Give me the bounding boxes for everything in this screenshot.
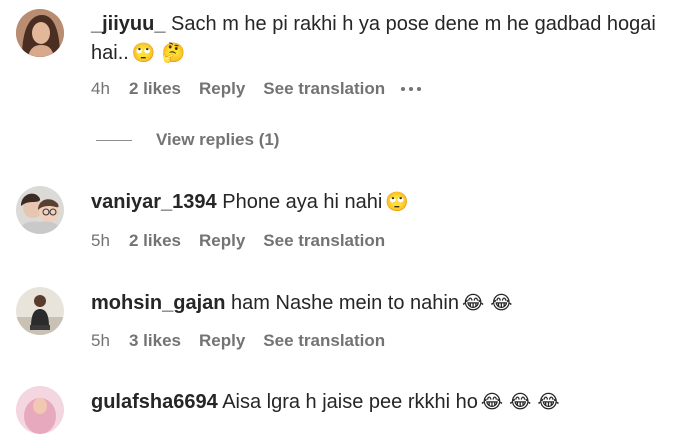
comment-text: vaniyar_1394 Phone aya hi nahi 🙄: [91, 188, 671, 217]
see-translation-button[interactable]: See translation: [263, 79, 385, 99]
reply-button[interactable]: Reply: [199, 331, 245, 351]
comment-username[interactable]: _jiiyuu_: [91, 13, 165, 35]
comment-emoji: 😂 😂 😂: [480, 391, 560, 413]
comment-emoji: 🙄: [385, 191, 410, 213]
view-replies-label: View replies (1): [156, 130, 280, 149]
avatar[interactable]: [16, 9, 64, 57]
pink-avatar-icon: [16, 386, 64, 434]
man-sitting-avatar-icon: [16, 287, 64, 335]
comment-text: gulafsha6694 Aisa lgra h jaise pee rkkhi…: [91, 388, 671, 417]
reply-button[interactable]: Reply: [199, 79, 245, 99]
comment-time: 5h: [91, 331, 110, 350]
comment-time: 4h: [91, 79, 110, 98]
woman-portrait-avatar-icon: [16, 9, 64, 57]
avatar[interactable]: [16, 386, 64, 434]
see-translation-button[interactable]: See translation: [263, 231, 385, 251]
avatar[interactable]: [16, 186, 64, 234]
comment-item: _jiiyuu_ Sach m he pi rakhi h ya pose de…: [0, 0, 679, 130]
comment-meta: 4h 2 likes Reply See translation: [91, 79, 422, 99]
comment-username[interactable]: vaniyar_1394: [91, 191, 217, 213]
view-replies-button[interactable]: View replies (1): [96, 130, 279, 150]
comment-meta: 5h 2 likes Reply See translation: [91, 231, 385, 251]
two-people-avatar-icon: [16, 186, 64, 234]
comment-time: 5h: [91, 231, 110, 250]
likes-count[interactable]: 2 likes: [129, 231, 181, 251]
comment-item: mohsin_gajan ham Nashe mein to nahin 😂 😂 …: [0, 279, 679, 359]
comment-body: Phone aya hi nahi: [222, 191, 383, 213]
see-translation-button[interactable]: See translation: [263, 331, 385, 351]
replies-divider: [96, 139, 132, 141]
comment-text: mohsin_gajan ham Nashe mein to nahin 😂 😂: [91, 289, 671, 318]
avatar[interactable]: [16, 287, 64, 335]
comment-body: Aisa lgra h jaise pee rkkhi ho: [222, 391, 478, 413]
comment-meta: 5h 3 likes Reply See translation: [91, 331, 385, 351]
comment-text: _jiiyuu_ Sach m he pi rakhi h ya pose de…: [91, 10, 671, 68]
comment-emoji: 🙄 🤔: [131, 42, 186, 64]
comment-item: gulafsha6694 Aisa lgra h jaise pee rkkhi…: [0, 378, 679, 434]
likes-count[interactable]: 3 likes: [129, 331, 181, 351]
ellipsis-icon[interactable]: [401, 87, 422, 91]
comment-emoji: 😂 😂: [461, 292, 513, 314]
comment-body: ham Nashe mein to nahin: [231, 292, 459, 314]
comment-username[interactable]: mohsin_gajan: [91, 292, 225, 314]
likes-count[interactable]: 2 likes: [129, 79, 181, 99]
reply-button[interactable]: Reply: [199, 231, 245, 251]
comment-username[interactable]: gulafsha6694: [91, 391, 218, 413]
comment-item: vaniyar_1394 Phone aya hi nahi 🙄 5h 2 lik…: [0, 178, 679, 258]
